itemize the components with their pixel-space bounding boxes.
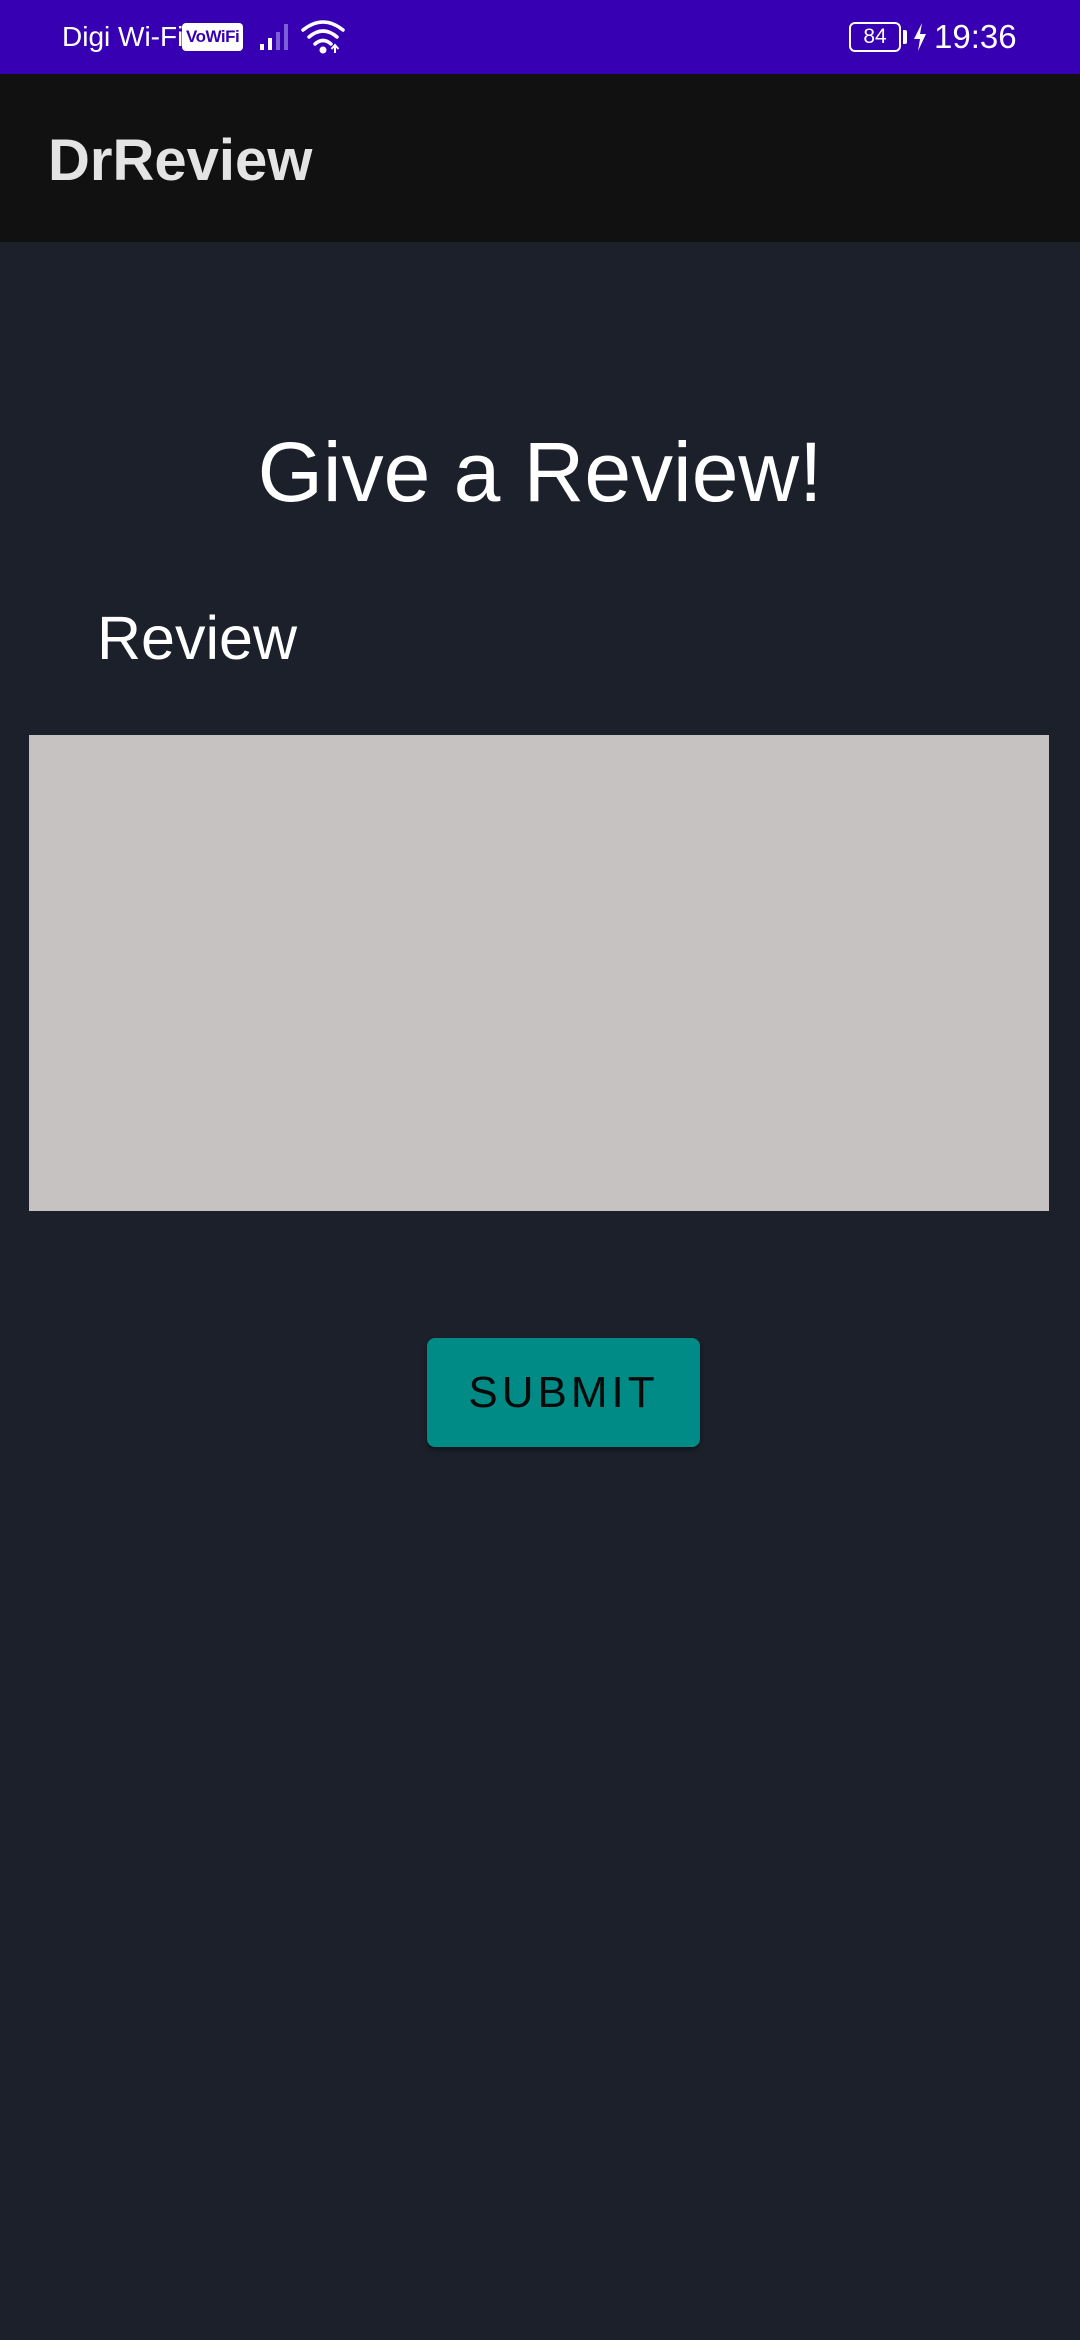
signal-icon [260, 24, 288, 50]
submit-button[interactable]: SUBMIT [427, 1338, 700, 1447]
review-screen: Give a Review! Review SUBMIT [0, 242, 1080, 2340]
page-title: Give a Review! [257, 425, 823, 519]
status-bar: Digi Wi-Fi VoWiFi 84 19:36 [0, 0, 1080, 74]
review-label: Review [97, 604, 298, 672]
battery-icon: 84 [849, 22, 901, 52]
status-time: 19:36 [934, 18, 1017, 55]
wifi-icon [301, 20, 345, 54]
charging-icon [914, 23, 926, 51]
vowifi-badge: VoWiFi [182, 23, 244, 51]
app-bar: DrReview [0, 74, 1080, 242]
carrier-name: Digi Wi-Fi [62, 21, 184, 52]
app-title: DrReview [48, 128, 313, 193]
battery-tip [903, 30, 907, 44]
review-input[interactable] [29, 735, 1049, 1211]
